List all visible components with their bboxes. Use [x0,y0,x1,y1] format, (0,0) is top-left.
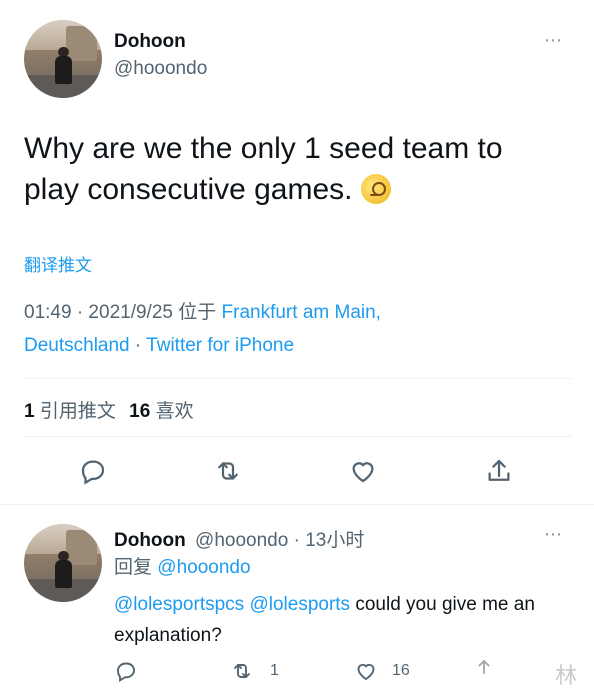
reply-reply-icon[interactable] [114,659,138,683]
reply-handle-time[interactable]: @hooondo · 13小时 [195,530,364,551]
reply-like-count: 16 [392,662,410,679]
watermark: 林 [555,663,578,688]
quote-tweets-count: 1 [24,401,35,422]
reply-header: Dohoon @hooondo · 13小时 [114,525,364,552]
replying-to: 回复 @hooondo [114,552,251,583]
replying-to-prefix: 回复 [114,557,158,578]
quote-tweets-stat[interactable]: 1 引用推文 [24,401,116,422]
reply-share-icon[interactable] [472,657,496,681]
monocle-face-emoji-icon [360,174,391,204]
share-icon[interactable] [484,456,514,486]
reply-avatar[interactable] [24,524,102,602]
translate-tweet-link[interactable]: 翻译推文 [24,251,92,276]
meta-separator: · [129,335,147,356]
engagement-stats: 1 引用推文 16 喜欢 [24,396,194,423]
divider [0,504,594,505]
divider [24,436,572,437]
tweet-text-body: Why are we the only 1 seed team to play … [24,132,503,206]
reply-retweet-count: 1 [270,662,279,679]
reply-more-options-icon[interactable]: ⋯ [544,524,563,545]
reply-text: @lolesportspcs @lolesports could you giv… [114,589,554,651]
user-handle[interactable]: @hooondo [114,58,207,80]
replying-to-link[interactable]: @hooondo [157,557,250,578]
likes-label: 喜欢 [155,401,194,422]
avatar[interactable] [24,20,102,98]
tweet-text: Why are we the only 1 seed team to play … [24,128,564,210]
retweet-icon[interactable] [213,456,243,486]
source-link[interactable]: Twitter for iPhone [146,335,294,356]
display-name[interactable]: Dohoon [114,31,186,53]
reply-retweet-icon[interactable] [230,659,254,683]
quote-tweets-label: 引用推文 [39,401,116,422]
reply-mentions[interactable]: @lolesportspcs @lolesports [114,594,350,615]
likes-count: 16 [129,401,151,422]
reply-like-icon[interactable] [354,659,378,683]
reply-icon[interactable] [78,456,108,486]
like-icon[interactable] [348,456,378,486]
reply-display-name[interactable]: Dohoon [114,530,186,551]
divider [24,378,572,379]
likes-stat[interactable]: 16 喜欢 [129,401,193,422]
more-options-icon[interactable]: ⋯ [544,30,563,51]
tweet-timestamp[interactable]: 01:49 · 2021/9/25 位于 [24,302,222,323]
tweet-metadata: 01:49 · 2021/9/25 位于 Frankfurt am Main, … [24,296,474,362]
